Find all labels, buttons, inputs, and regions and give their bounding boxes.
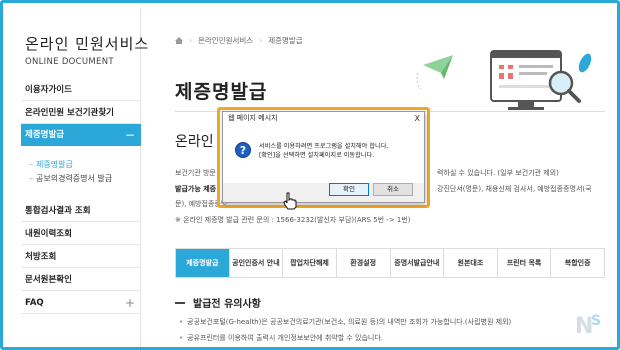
submenu-item-career-certificate[interactable]: 공보의경력증명서 발급 bbox=[29, 173, 112, 184]
breadcrumb-item[interactable]: 온라인민원서비스 bbox=[198, 35, 253, 46]
hand-cursor-icon bbox=[283, 192, 297, 210]
paper-plane-icon bbox=[423, 55, 453, 79]
page-title: 제증명발급 bbox=[175, 81, 268, 103]
notice-heading-text: 발급전 유의사항 bbox=[193, 299, 261, 310]
tab-certificate-guide[interactable]: 공인인증서 안내 bbox=[230, 249, 284, 277]
sidebar-item-prescription[interactable]: 처방조회 bbox=[21, 246, 141, 268]
sidebar-item-label: 온라인민원 보건기관찾기 bbox=[25, 108, 114, 118]
cancel-button[interactable]: 취소 bbox=[373, 183, 413, 196]
sidebar-item-label: FAQ bbox=[25, 298, 44, 308]
sidebar-item-user-guide[interactable]: 이용자가이드 bbox=[21, 79, 141, 101]
available-certs-text: 강진단서(명문), 채용신체 검사서, 예방접종증명서(국 bbox=[437, 185, 592, 193]
tab-issue-guide[interactable]: 증명서발급안내 bbox=[391, 249, 445, 277]
heading-bar-icon bbox=[175, 301, 185, 304]
tab-settings[interactable]: 환경설정 bbox=[337, 249, 391, 277]
dialog-title: 웹 페이지 메시지 bbox=[228, 114, 278, 122]
expand-icon[interactable]: + bbox=[125, 292, 135, 314]
sidebar-item-faq[interactable]: FAQ + bbox=[21, 292, 141, 314]
sidebar-item-visit-history[interactable]: 내원이력조회 bbox=[21, 223, 141, 245]
watermark-logo: N S bbox=[575, 313, 601, 339]
inquiry-text: ※ 온라인 제증명 발급 관련 문의 : 1566-3232(발신자 부담)(A… bbox=[175, 216, 411, 224]
dialog-message-line1: 서비스를 이용하려면 프로그램을 설치해야 합니다. bbox=[259, 143, 389, 150]
notice-heading: 발급전 유의사항 bbox=[175, 295, 261, 310]
sidebar-item-find-health-center[interactable]: 온라인민원 보건기관찾기 bbox=[21, 102, 141, 124]
leaf-icon bbox=[578, 53, 592, 73]
svg-text:S: S bbox=[591, 313, 601, 329]
dialog-titlebar: 웹 페이지 메시지 X bbox=[223, 112, 424, 125]
sidebar-item-test-results[interactable]: 통합검사결과 조회 bbox=[21, 200, 141, 222]
notice-item: 공공보건포털(G-health)은 공공보건의료기관(보건소, 의료원 등)의 … bbox=[179, 317, 511, 327]
sidebar-item-label: 제증명발급 bbox=[25, 130, 65, 140]
brand-subtitle: ONLINE DOCUMENT bbox=[25, 57, 114, 67]
intro-text-right: 력하실 수 있습니다. (일부 보건기관 제외) bbox=[437, 169, 559, 177]
notice-item: 공유프린터를 이용하여 출력시 개인정보보안에 취약할 수 있습니다. bbox=[179, 333, 383, 343]
section-title: 온라인 bbox=[175, 134, 214, 150]
hero-illustration bbox=[416, 50, 592, 110]
screenshot-frame: 온라인 민원서비스 ONLINE DOCUMENT 이용자가이드 온라인민원 보… bbox=[0, 0, 620, 350]
dialog-message-line2: [확인]을 선택하면 설치페이지로 이동합니다. bbox=[259, 152, 375, 159]
home-icon[interactable] bbox=[175, 37, 183, 44]
breadcrumb-item-current: 제증명발급 bbox=[268, 36, 303, 45]
available-certs-label: 발급가능 제증 bbox=[175, 185, 217, 193]
intro-text-left: 보건기관 방문 bbox=[175, 169, 216, 177]
tab-multi-auth[interactable]: 복합인증 bbox=[551, 249, 604, 277]
tab-popup-unblock[interactable]: 팝업차단해제 bbox=[283, 249, 337, 277]
tab-certificate-issue[interactable]: 제증명발급 bbox=[176, 249, 230, 277]
sidebar-item-label: 문서원본확인 bbox=[25, 275, 72, 285]
sidebar-item-label: 이용자가이드 bbox=[25, 85, 72, 95]
collapse-icon[interactable]: − bbox=[125, 124, 135, 146]
ok-button[interactable]: 확인 bbox=[329, 183, 369, 196]
sidebar-item-certificate-issue[interactable]: 제증명발급 − bbox=[21, 124, 141, 146]
tab-bar: 제증명발급 공인인증서 안내 팝업차단해제 환경설정 증명서발급안내 원본대조 … bbox=[175, 248, 605, 278]
sidebar: 온라인 민원서비스 ONLINE DOCUMENT 이용자가이드 온라인민원 보… bbox=[7, 7, 148, 347]
question-icon: ? bbox=[235, 142, 251, 158]
web-page-message-dialog: 웹 페이지 메시지 X ? 서비스를 이용하려면 프로그램을 설치해야 합니다.… bbox=[222, 111, 425, 203]
tab-printer-list[interactable]: 프린터 목록 bbox=[498, 249, 552, 277]
close-icon[interactable]: X bbox=[415, 112, 420, 125]
tab-original-compare[interactable]: 원본대조 bbox=[444, 249, 498, 277]
brand-title: 온라인 민원서비스 bbox=[25, 35, 150, 53]
sidebar-item-label: 통합검사결과 조회 bbox=[25, 206, 91, 216]
breadcrumb-separator: › bbox=[189, 36, 192, 45]
submenu-item-certificate-issue[interactable]: 제증명발급 bbox=[29, 159, 73, 170]
sidebar-item-label: 내원이력조회 bbox=[25, 229, 72, 239]
breadcrumb-separator: › bbox=[259, 36, 263, 45]
sidebar-item-label: 처방조회 bbox=[25, 252, 57, 262]
dialog-body: ? 서비스를 이용하려면 프로그램을 설치해야 합니다. [확인]을 선택하면 … bbox=[223, 125, 424, 183]
sidebar-item-document-verify[interactable]: 문서원본확인 bbox=[21, 269, 141, 291]
breadcrumb: › 온라인민원서비스 › 제증명발급 bbox=[175, 35, 303, 46]
